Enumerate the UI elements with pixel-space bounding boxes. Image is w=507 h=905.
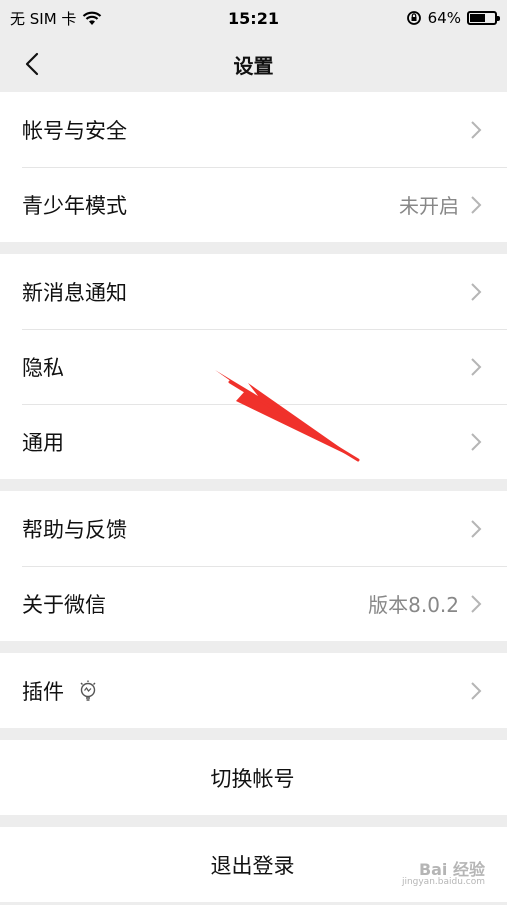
settings-item-right — [469, 432, 483, 452]
battery-percent: 64% — [427, 9, 461, 27]
chevron-right-icon — [471, 282, 482, 301]
settings-item-privacy[interactable]: 隐私 — [0, 329, 507, 404]
status-right: 64% — [406, 9, 500, 27]
page-title: 设置 — [233, 53, 274, 78]
back-button[interactable] — [14, 46, 50, 82]
settings-item-right: 未开启 — [399, 190, 483, 219]
settings-item-right — [469, 681, 483, 701]
lightbulb-icon — [80, 680, 96, 701]
chevron-right-icon — [471, 357, 482, 376]
battery-icon — [467, 11, 500, 25]
settings-item-notifications[interactable]: 新消息通知 — [0, 254, 507, 329]
watermark-subtext: jingyan.baidu.com — [401, 877, 485, 887]
logout-label: 退出登录 — [210, 853, 295, 878]
app-version: 版本8.0.2 — [368, 593, 459, 617]
settings-item-right — [469, 519, 483, 539]
settings-item-plugins[interactable]: 插件 — [0, 653, 507, 728]
settings-item-right — [469, 282, 483, 302]
settings-item-help-feedback[interactable]: 帮助与反馈 — [0, 491, 507, 566]
settings-item-label: 帐号与安全 — [22, 118, 127, 143]
settings-item-label: 隐私 — [22, 355, 64, 380]
settings-item-label: 青少年模式 — [22, 193, 127, 218]
battery-fill — [470, 14, 486, 22]
settings-group-account: 帐号与安全 青少年模式 未开启 — [0, 92, 507, 242]
status-bar: 无 SIM 卡 15:21 64% — [0, 0, 507, 36]
settings-item-right: 版本8.0.2 — [368, 589, 483, 618]
carrier-label: 无 SIM 卡 — [10, 9, 77, 28]
settings-item-label: 插件 — [22, 679, 64, 704]
chevron-right-icon — [471, 432, 482, 451]
watermark-text: Bai 经验 — [418, 860, 485, 879]
settings-group-general: 新消息通知 隐私 通用 — [0, 254, 507, 479]
settings-item-label: 关于微信 — [22, 592, 106, 617]
settings-item-right — [469, 357, 483, 377]
switch-account-button[interactable]: 切换帐号 — [0, 740, 507, 815]
status-left: 无 SIM 卡 — [10, 8, 102, 29]
settings-item-label: 通用 — [22, 430, 64, 455]
chevron-right-icon — [471, 594, 482, 613]
wifi-icon — [83, 11, 102, 25]
settings-item-label: 帮助与反馈 — [22, 517, 127, 542]
chevron-left-icon — [25, 52, 39, 76]
settings-item-teen-mode[interactable]: 青少年模式 未开启 — [0, 167, 507, 242]
switch-account-label: 切换帐号 — [210, 766, 295, 791]
nav-bar: 设置 — [0, 36, 507, 92]
settings-item-general[interactable]: 通用 — [0, 404, 507, 479]
orientation-lock-icon — [406, 11, 421, 25]
watermark: Bai 经验 jingyan.baidu.com — [402, 862, 485, 887]
settings-item-label: 新消息通知 — [22, 280, 127, 305]
chevron-right-icon — [471, 195, 482, 214]
switch-account-group: 切换帐号 — [0, 740, 507, 815]
settings-item-account-security[interactable]: 帐号与安全 — [0, 92, 507, 167]
chevron-right-icon — [471, 120, 482, 139]
settings-item-right — [469, 120, 483, 140]
settings-item-label-wrap: 插件 — [22, 676, 98, 706]
chevron-right-icon — [471, 681, 482, 700]
teen-mode-status: 未开启 — [399, 194, 459, 218]
settings-group-about: 帮助与反馈 关于微信 版本8.0.2 — [0, 491, 507, 641]
settings-group-plugins: 插件 — [0, 653, 507, 728]
chevron-right-icon — [471, 519, 482, 538]
settings-item-about-wechat[interactable]: 关于微信 版本8.0.2 — [0, 566, 507, 641]
